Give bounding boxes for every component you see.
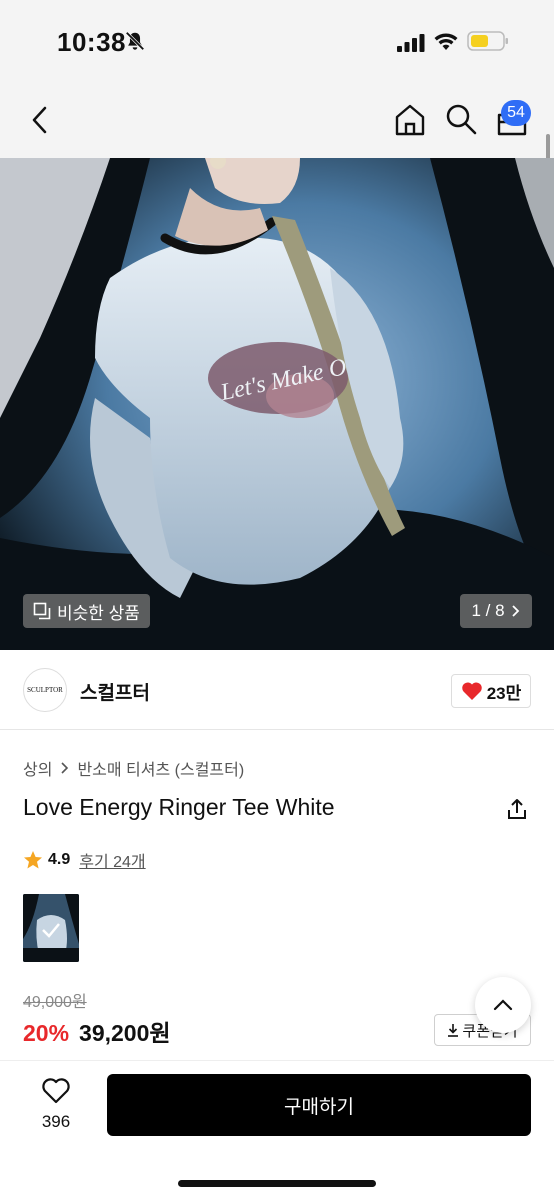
heart-outline-icon <box>42 1078 70 1104</box>
image-page-indicator[interactable]: 1 / 8 <box>460 594 532 628</box>
discount-rate: 20% <box>23 1020 70 1046</box>
thumbnail-image <box>23 894 79 962</box>
scroll-to-top-button[interactable] <box>475 977 531 1033</box>
chevron-right-icon <box>61 762 69 774</box>
brand-like-button[interactable]: 23만 <box>451 674 531 708</box>
wishlist-count: 396 <box>41 1112 71 1131</box>
status-time: 10:38 <box>57 27 126 57</box>
wifi-icon <box>434 33 458 50</box>
similar-products-button[interactable]: 비슷한 상품 <box>23 594 150 628</box>
home-icon[interactable] <box>392 102 428 138</box>
breadcrumb-subcategory[interactable]: 반소매 티셔츠 (스컬프터) <box>77 756 244 780</box>
back-arrow-icon[interactable] <box>26 104 54 136</box>
similar-products-label: 비슷한 상품 <box>57 603 140 623</box>
buy-button[interactable]: 구매하기 <box>107 1074 531 1136</box>
status-bar: 10:38 <box>0 0 554 82</box>
final-price: 39,200원 <box>79 1020 171 1046</box>
chevron-up-icon <box>493 999 513 1011</box>
rating-row: 4.9 후기 24개 <box>23 848 146 872</box>
similar-items-icon <box>33 602 51 620</box>
star-icon <box>24 851 42 869</box>
breadcrumb: 상의 반소매 티셔츠 (스컬프터) <box>23 756 244 780</box>
rating-value: 4.9 <box>48 851 71 868</box>
page-indicator-text: 1 / 8 <box>471 601 505 620</box>
product-image[interactable]: Let's Make Out <box>0 158 554 650</box>
chevron-right-icon <box>511 605 519 617</box>
brand-row: SCULPTOR 스컬프터 23만 <box>0 650 554 730</box>
brand-like-count: 23만 <box>486 683 522 703</box>
cart-count-badge: 54 <box>501 100 531 126</box>
brand-logo[interactable]: SCULPTOR <box>23 668 67 712</box>
download-icon <box>448 1024 459 1037</box>
wishlist-button[interactable]: 396 <box>34 1077 78 1132</box>
original-price: 49,000원 <box>23 994 87 1011</box>
search-icon[interactable] <box>444 102 478 136</box>
bell-slash-icon <box>125 31 145 51</box>
option-thumbnail[interactable] <box>23 894 79 962</box>
heart-filled-icon <box>461 682 482 700</box>
top-nav-bar <box>0 82 554 158</box>
share-icon[interactable] <box>505 797 529 821</box>
battery-icon <box>467 31 508 51</box>
price-row: 20% 39,200원 <box>23 1014 171 1048</box>
cellular-signal-icon <box>397 34 425 52</box>
bottom-action-bar: 396 구매하기 <box>0 1060 554 1200</box>
product-photo: Let's Make Out <box>0 158 554 650</box>
product-title: Love Energy Ringer Tee White <box>23 794 335 820</box>
brand-name[interactable]: 스컬프터 <box>80 678 150 705</box>
breadcrumb-category[interactable]: 상의 <box>23 756 52 780</box>
reviews-link[interactable]: 후기 24개 <box>79 848 145 872</box>
home-indicator[interactable] <box>178 1180 376 1187</box>
